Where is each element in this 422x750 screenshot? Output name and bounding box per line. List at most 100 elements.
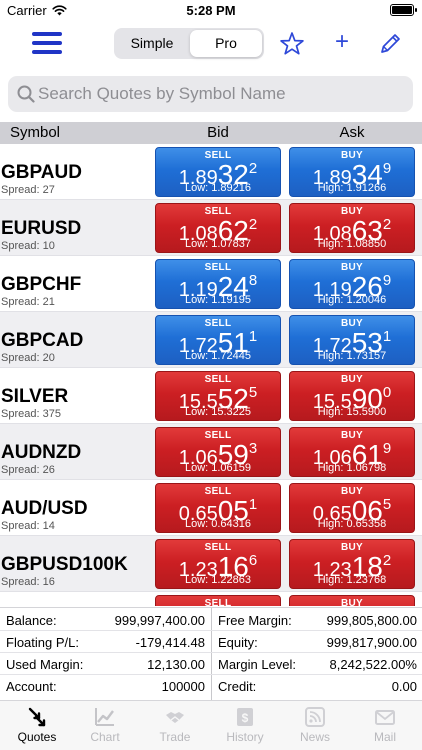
tab-chart[interactable]: Chart	[72, 706, 138, 744]
sell-label: SELL	[204, 598, 232, 606]
tab-label: News	[299, 730, 330, 744]
svg-text:$: $	[242, 711, 249, 725]
account-label: Credit:	[218, 679, 257, 694]
buy-button[interactable]: BUY 1.19269 High: 1.20046	[289, 259, 415, 309]
sell-button[interactable]: SELL 1.08622 Low: 1.07837	[155, 203, 281, 253]
price-fraction: 3	[248, 440, 258, 457]
buy-button[interactable]: BUY 1.89349 High: 1.91266	[289, 147, 415, 197]
quote-symbol: GBPAUD	[1, 162, 82, 183]
pencil-icon[interactable]	[376, 30, 404, 58]
account-label: Floating P/L:	[6, 635, 79, 650]
buy-button[interactable]: BUY	[289, 595, 415, 606]
sell-button[interactable]: SELL 1.89322 Low: 1.89216	[155, 147, 281, 197]
price-fraction: 9	[382, 160, 392, 177]
menu-icon-line	[32, 32, 62, 36]
sell-button[interactable]: SELL 1.72511 Low: 1.72445	[155, 315, 281, 365]
buy-button[interactable]: BUY 1.08632 High: 1.08850	[289, 203, 415, 253]
header-symbol: Symbol	[10, 124, 61, 141]
price-fraction: 0	[382, 384, 392, 401]
search-icon	[17, 85, 35, 103]
quote-symbol: GBPCHF	[1, 274, 82, 295]
quote-row[interactable]: SILVER Spread: 375 SELL 15.5525 Low: 15.3225…	[0, 368, 422, 424]
high-value: High: 0.65358	[317, 518, 387, 530]
quote-row[interactable]: GBPUSD100K Spread: 16 SELL 1.23166 Low: 1.22…	[0, 536, 422, 592]
quote-symbol: GBPCAD	[1, 330, 84, 351]
quote-symbol: SILVER	[1, 386, 69, 407]
tab-history[interactable]: $ History	[212, 706, 278, 744]
high-value: High: 1.23768	[317, 574, 387, 586]
low-value: Low: 15.3225	[184, 406, 252, 418]
quote-symbol: GBPUSD100K	[1, 554, 128, 575]
high-value: High: 1.06798	[317, 462, 387, 474]
price-fraction: 8	[248, 272, 258, 289]
quote-spread: Spread: 21	[1, 296, 55, 308]
low-value: Low: 1.19195	[184, 294, 252, 306]
sell-button[interactable]: SELL 15.5525 Low: 15.3225	[155, 371, 281, 421]
price-fraction: 2	[382, 552, 392, 569]
sell-button[interactable]: SELL 0.65051 Low: 0.64316	[155, 483, 281, 533]
trade-icon	[166, 712, 184, 723]
sell-button[interactable]: SELL 1.19248 Low: 1.19195	[155, 259, 281, 309]
segment-pro[interactable]: Pro	[190, 30, 262, 57]
plus-icon[interactable]: +	[328, 28, 356, 56]
sell-button[interactable]: SELL 1.06593 Low: 1.06159	[155, 427, 281, 477]
quote-symbol: AUDNZD	[1, 442, 82, 463]
quote-row[interactable]: GBPCAD Spread: 20 SELL 1.72511 Low: 1.72445 B…	[0, 312, 422, 368]
quote-spread: Spread: 10	[1, 240, 55, 252]
menu-button[interactable]	[32, 30, 64, 56]
account-label: Margin Level:	[218, 657, 297, 672]
quotes-list[interactable]: GBPAUD Spread: 27 SELL 1.89322 Low: 1.89216 B…	[0, 144, 422, 606]
price-fraction: 9	[382, 440, 392, 457]
price-fraction: 5	[248, 384, 258, 401]
app-root: Carrier 5:28 PM Simple Pro + Search Quot…	[0, 0, 422, 750]
status-time: 5:28 PM	[186, 3, 236, 18]
sell-button[interactable]: SELL 1.23166 Low: 1.22863	[155, 539, 281, 589]
account-value: -179,414.48	[135, 635, 205, 650]
account-label: Used Margin:	[6, 657, 84, 672]
tab-label: Mail	[373, 730, 396, 744]
buy-button[interactable]: BUY 1.06619 High: 1.06798	[289, 427, 415, 477]
quote-row[interactable]: AUDNZD Spread: 26 SELL 1.06593 Low: 1.06159 B…	[0, 424, 422, 480]
search-input[interactable]	[38, 76, 408, 112]
buy-button[interactable]: BUY 0.65065 High: 0.65358	[289, 483, 415, 533]
quote-row[interactable]: EURUSD Spread: 10 SELL 1.08622 Low: 1.07837 B…	[0, 200, 422, 256]
price-fraction: 1	[382, 328, 392, 345]
chart-icon	[95, 708, 114, 726]
tab-quotes[interactable]: Quotes	[4, 706, 70, 744]
tab-label: Trade	[159, 730, 191, 744]
quote-row[interactable]: AUD/USD Spread: 14 SELL 0.65051 Low: 0.64316…	[0, 480, 422, 536]
tab-mail[interactable]: Mail	[352, 706, 418, 744]
account-row-divider	[0, 674, 422, 675]
account-row: Used Margin: 12,130.00 Margin Level: 8,242,…	[0, 653, 422, 675]
low-value: Low: 0.64316	[184, 518, 252, 530]
account-summary: Balance: 999,997,400.00 Free Margin: 999,80…	[0, 607, 422, 700]
quote-symbol: AUD/USD	[1, 498, 88, 519]
buy-label: BUY	[340, 598, 363, 606]
search-bar	[8, 76, 413, 112]
tab-news[interactable]: News	[282, 706, 348, 744]
buy-button[interactable]: BUY 1.23182 High: 1.23768	[289, 539, 415, 589]
nav-bar: Simple Pro +	[0, 22, 422, 66]
sell-button[interactable]: SELL	[155, 595, 281, 606]
star-icon[interactable]	[278, 30, 306, 58]
quote-row[interactable]: GBPAUD Spread: 27 SELL 1.89322 Low: 1.89216 B…	[0, 144, 422, 200]
quote-row[interactable]: GBPCHF Spread: 21 SELL 1.19248 Low: 1.19195 B…	[0, 256, 422, 312]
buy-button[interactable]: BUY 1.72531 High: 1.73157	[289, 315, 415, 365]
news-icon	[305, 707, 325, 727]
segment-simple[interactable]: Simple	[116, 30, 188, 57]
account-label: Equity:	[218, 635, 258, 650]
menu-icon-line	[32, 41, 62, 45]
account-row-divider	[0, 630, 422, 631]
account-row: Account: 100000 Credit: 0.00	[0, 675, 422, 697]
quote-row[interactable]: SELL BUY	[0, 592, 422, 606]
header-bid: Bid	[207, 124, 229, 141]
status-bar: Carrier 5:28 PM	[0, 0, 422, 22]
battery-icon	[390, 4, 417, 16]
quotes-table-header: Symbol Bid Ask	[0, 122, 422, 144]
buy-button[interactable]: BUY 15.5900 High: 15.5900	[289, 371, 415, 421]
account-label: Account:	[6, 679, 57, 694]
account-row: Floating P/L: -179,414.48 Equity: 999,817,9…	[0, 631, 422, 653]
account-row: Balance: 999,997,400.00 Free Margin: 999,80…	[0, 609, 422, 631]
tab-trade[interactable]: Trade	[142, 706, 208, 744]
high-value: High: 1.73157	[317, 350, 387, 362]
